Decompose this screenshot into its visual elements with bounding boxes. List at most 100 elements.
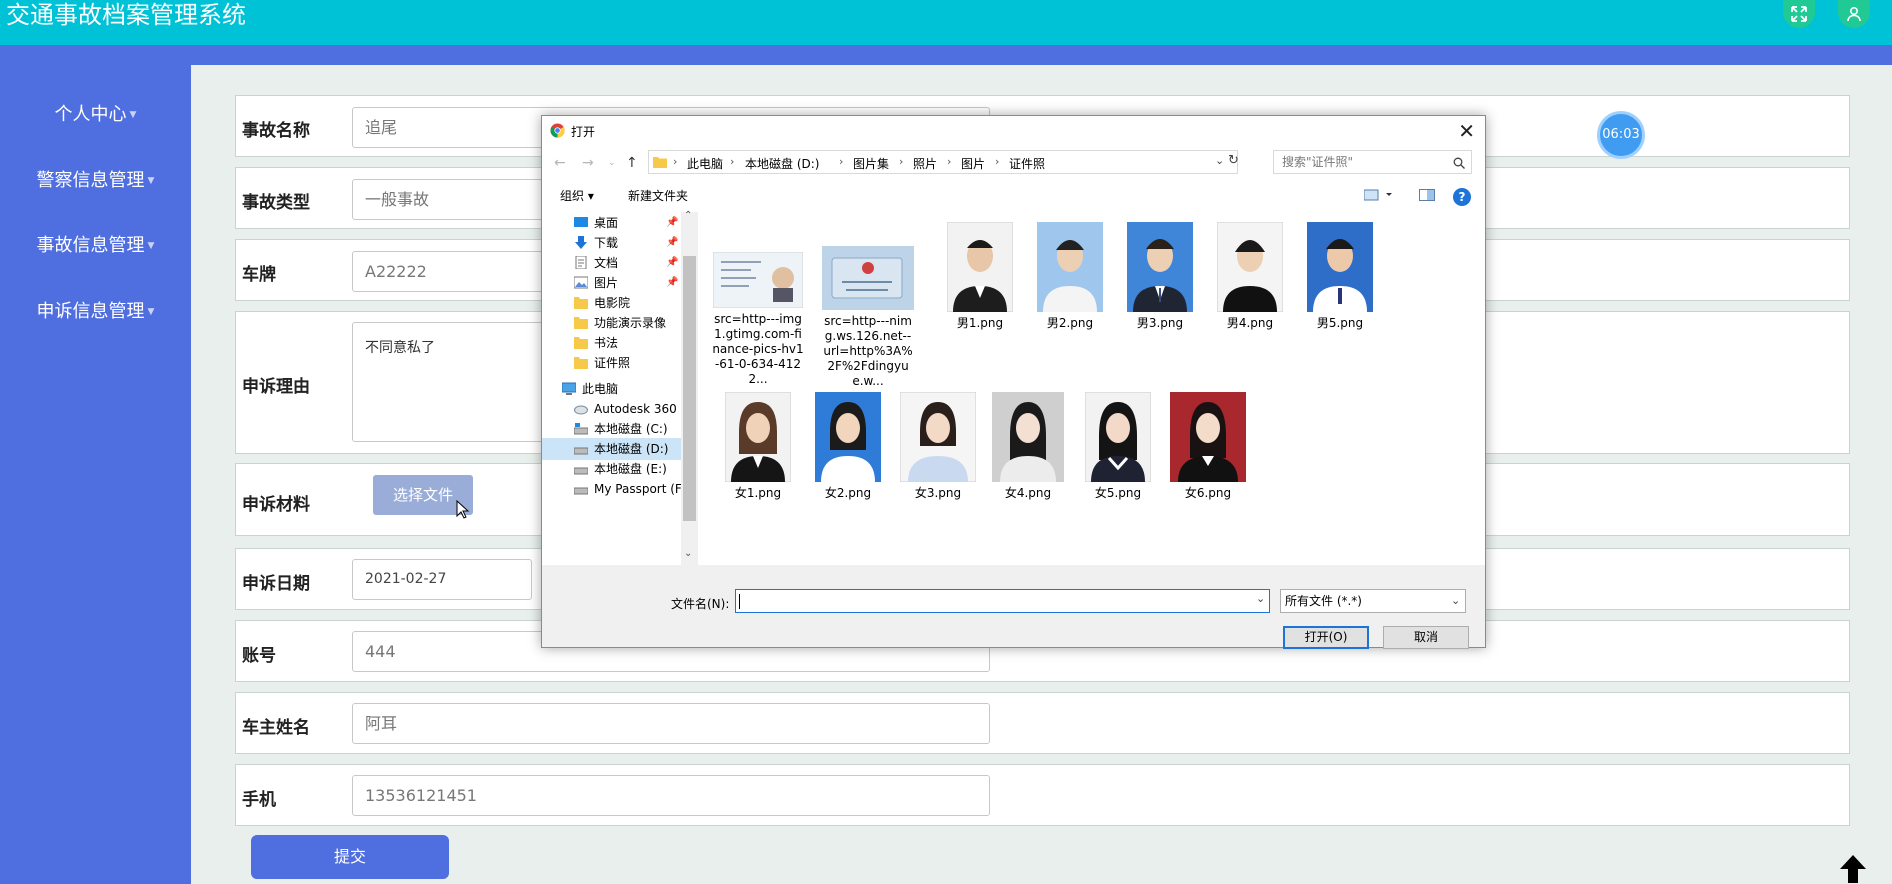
nav-item-drive-e[interactable]: 本地磁盘 (E:)	[542, 458, 681, 480]
nav-item-label: 文档	[594, 256, 619, 270]
user-icon	[1847, 6, 1861, 22]
dialog-titlebar: 打开 ✕	[542, 116, 1485, 146]
breadcrumb-id-photos[interactable]: 证件照	[1009, 155, 1045, 172]
sidebar-item-appeal[interactable]: 申诉信息管理 ▼	[0, 297, 191, 327]
portrait-thumbnail-icon	[992, 392, 1064, 482]
header-band	[0, 45, 1892, 65]
nav-item-drive-d[interactable]: 本地磁盘 (D:)	[542, 438, 681, 460]
id-card-thumbnail-icon	[822, 246, 914, 310]
nav-item-desktop[interactable]: 桌面 📌	[542, 212, 681, 234]
forward-arrow-icon[interactable]: →	[582, 155, 594, 171]
nav-item-downloads[interactable]: 下载 📌	[542, 232, 681, 254]
file-item[interactable]: 女5.png	[1072, 392, 1164, 501]
file-item[interactable]: 女1.png	[712, 392, 804, 501]
nav-item-this-pc[interactable]: 此电脑	[542, 378, 681, 400]
nav-item-label: 证件照	[594, 356, 631, 370]
nav-item-drive-c[interactable]: 本地磁盘 (C:)	[542, 418, 681, 440]
pin-icon: 📌	[666, 257, 679, 268]
breadcrumb-separator: ›	[673, 155, 678, 168]
portrait-thumbnail-icon	[1170, 392, 1246, 482]
scroll-up-icon[interactable]: ⌃	[684, 210, 692, 221]
preview-pane-icon[interactable]	[1419, 189, 1435, 201]
nav-item-my-passport[interactable]: My Passport (F	[542, 478, 681, 500]
organize-button[interactable]: 组织 ▾	[560, 187, 594, 204]
address-dropdown-icon[interactable]: ⌄	[1215, 154, 1224, 167]
view-options-icon[interactable]	[1364, 189, 1394, 201]
nav-item-id-photos[interactable]: 证件照	[542, 352, 681, 374]
cancel-button[interactable]: 取消	[1383, 626, 1469, 649]
material-label: 申诉材料	[242, 495, 310, 515]
nav-item-label: 下载	[594, 236, 619, 250]
up-arrow-icon[interactable]: ↑	[626, 155, 638, 171]
recent-chevron-icon[interactable]: ⌄	[608, 158, 616, 168]
file-item[interactable]: 女2.png	[802, 392, 894, 501]
close-icon[interactable]: ✕	[1458, 119, 1475, 143]
file-item[interactable]: 女3.png	[892, 392, 984, 501]
caret-down-icon: ▼	[147, 176, 155, 186]
open-button[interactable]: 打开(O)	[1283, 626, 1369, 649]
file-item[interactable]: 男5.png	[1294, 222, 1386, 331]
nav-item-label: Autodesk 360	[594, 402, 677, 416]
sidebar-item-accident[interactable]: 事故信息管理 ▼	[0, 231, 191, 261]
pictures-icon	[574, 276, 588, 289]
file-item[interactable]: 男3.png	[1114, 222, 1206, 331]
folder-icon	[574, 357, 588, 369]
owner-input[interactable]: 阿耳	[352, 703, 990, 744]
user-button[interactable]	[1838, 0, 1870, 28]
nav-item-autodesk[interactable]: Autodesk 360	[542, 398, 681, 420]
file-item[interactable]: 男4.png	[1204, 222, 1296, 331]
drive-icon	[574, 467, 588, 475]
help-icon[interactable]: ?	[1453, 188, 1471, 206]
file-item[interactable]: 男1.png	[934, 222, 1026, 331]
arrow-up-icon[interactable]	[1837, 854, 1869, 884]
file-name: 女1.png	[734, 486, 782, 500]
cloud-drive-icon	[574, 405, 588, 415]
nav-item-calligraphy[interactable]: 书法	[542, 332, 681, 354]
refresh-icon[interactable]: ↻	[1228, 153, 1239, 168]
submit-button[interactable]: 提交	[251, 835, 449, 879]
file-name: src=http---img1.gtimg.com-finance-pics-h…	[712, 312, 804, 386]
file-item[interactable]: 男2.png	[1024, 222, 1116, 331]
nav-item-label: 桌面	[594, 216, 619, 230]
nav-item-documents[interactable]: 文档 📌	[542, 252, 681, 274]
file-open-dialog: 打开 ✕ ← → ⌄ ↑ › 此电脑 › 本地磁盘 (D:) › 图片集 › 照…	[541, 115, 1486, 649]
chevron-down-icon[interactable]: ⌄	[1256, 592, 1265, 605]
nav-item-label: My Passport (F	[594, 482, 681, 496]
breadcrumb-photos[interactable]: 照片	[913, 155, 937, 172]
nav-item-cinema[interactable]: 电影院	[542, 292, 681, 314]
desktop-icon	[574, 217, 588, 227]
fullscreen-button[interactable]	[1783, 0, 1815, 28]
pin-icon: 📌	[666, 277, 679, 288]
pin-icon: 📌	[666, 237, 679, 248]
nav-item-pictures[interactable]: 图片 📌	[542, 272, 681, 294]
file-item[interactable]: src=http---nimg.ws.126.net--url=http%3A%…	[822, 246, 914, 389]
nav-item-label: 功能演示录像	[594, 316, 667, 330]
file-name: 女2.png	[824, 486, 872, 500]
date-input[interactable]: 2021-02-27	[352, 559, 532, 600]
search-input[interactable]: 搜索"证件照"	[1273, 150, 1472, 174]
address-bar[interactable]: › 此电脑 › 本地磁盘 (D:) › 图片集 › 照片 › 图片 › 证件照 …	[648, 150, 1239, 174]
breadcrumb-this-pc[interactable]: 此电脑	[687, 155, 723, 172]
scroll-down-icon[interactable]: ⌄	[684, 548, 692, 559]
nav-item-demo-recordings[interactable]: 功能演示录像	[542, 312, 681, 334]
owner-label: 车主姓名	[242, 718, 310, 738]
file-item[interactable]: 女6.png	[1162, 392, 1254, 501]
new-folder-button[interactable]: 新建文件夹	[628, 187, 688, 204]
breadcrumb-gallery[interactable]: 图片集	[853, 155, 889, 172]
sidebar-item-profile[interactable]: 个人中心 ▼	[0, 100, 191, 130]
file-name: 女4.png	[1004, 486, 1052, 500]
nav-item-label: 本地磁盘 (C:)	[594, 422, 668, 436]
breadcrumb-pictures[interactable]: 图片	[961, 155, 985, 172]
filetype-select[interactable]: 所有文件 (*.*) ⌄	[1280, 589, 1466, 613]
filename-input[interactable]: ⌄	[735, 589, 1270, 613]
phone-input[interactable]: 13536121451	[352, 775, 990, 816]
scroll-thumb[interactable]	[683, 256, 696, 521]
sidebar-item-police[interactable]: 警察信息管理 ▼	[0, 166, 191, 196]
filetype-value: 所有文件 (*.*)	[1285, 594, 1362, 608]
breadcrumb-drive-d[interactable]: 本地磁盘 (D:)	[745, 155, 819, 172]
windows-drive-icon	[574, 423, 588, 435]
file-item[interactable]: src=http---img1.gtimg.com-finance-pics-h…	[712, 252, 804, 387]
sidebar-item-label: 警察信息管理	[36, 170, 145, 191]
file-item[interactable]: 女4.png	[982, 392, 1074, 501]
back-arrow-icon[interactable]: ←	[554, 155, 566, 171]
